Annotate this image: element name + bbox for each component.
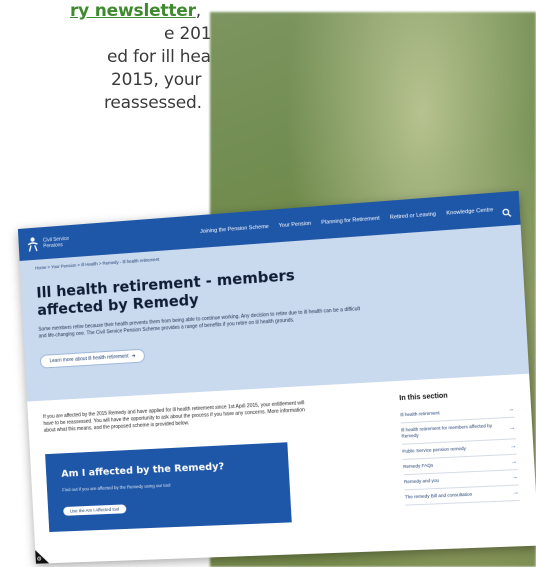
nav-item-retired[interactable]: Retired or Leaving [390,211,436,221]
logo-icon [26,236,40,252]
am-i-affected-button[interactable]: Use the Am I Affected tool [63,504,126,515]
sidebar-item-label: The remedy Bill and consultation [405,492,473,501]
logo-text-line-2: Pensions [43,242,63,249]
search-icon[interactable] [502,204,512,214]
main-column: If you are affected by the 2015 Remedy a… [43,395,406,532]
learn-more-label: Learn more about ill health retirement [49,354,128,365]
nav-item-your-pension[interactable]: Your Pension [279,220,312,228]
article-line-2: e 2015 [0,23,210,46]
nav-item-joining[interactable]: Joining the Pension Scheme [200,223,269,234]
arrow-right-icon: → [510,443,517,449]
arrow-right-icon: → [511,459,518,465]
sidebar-item-label: Remedy and you [404,478,439,486]
website-screenshot: Civil Service Pensions Joining the Pensi… [18,191,536,564]
article-line-1-rest: , [196,1,201,21]
newsletter-link[interactable]: ry newsletter [70,1,196,21]
nav-item-planning[interactable]: Planning for Retirement [321,215,380,225]
sidebar-item-label: Ill health retirement for members affect… [401,422,505,439]
article-line-4: 2015, your [0,69,210,92]
article-line-1: ry newsletter, [0,0,210,23]
article-line-5: reassessed. [0,92,210,115]
cta-title: Am I affected by the Remedy? [61,459,273,480]
sidebar-item-label: Remedy FAQs [403,463,433,470]
site-logo[interactable]: Civil Service Pensions [26,228,141,252]
arrow-right-icon: → [509,425,516,431]
article-line-3: ed for ill health [0,46,210,69]
arrow-right-icon: → [513,490,520,496]
content-area: If you are affected by the 2015 Remedy a… [27,374,536,547]
learn-more-button[interactable]: Learn more about ill health retirement ➜ [40,349,146,369]
page-title: Ill health retirement - members affected… [36,266,300,319]
sidebar-title: In this section [399,389,513,402]
body-text: If you are affected by the 2015 Remedy a… [43,400,316,435]
nav-item-knowledge[interactable]: Knowledge Centre [446,207,493,217]
section-sidebar: In this section Ill health retirement → I… [399,389,520,518]
remedy-cta-box: Am I affected by the Remedy? Find out if… [45,442,292,532]
logo-text: Civil Service Pensions [43,235,70,249]
gear-icon: ⚙ [36,556,41,563]
arrow-right-icon: → [512,474,519,480]
cta-text: Find out if you are affected by the Reme… [62,478,274,492]
article-text: ry newsletter, e 2015 ed for ill health … [0,0,210,115]
sidebar-item-label: Ill health retirement [400,410,440,418]
sidebar-item-label: Public Service pension remedy [402,446,466,455]
arrow-right-icon: → [508,406,515,412]
arrow-right-icon: ➜ [131,353,135,359]
corner-badge[interactable]: ⚙ [35,550,49,564]
